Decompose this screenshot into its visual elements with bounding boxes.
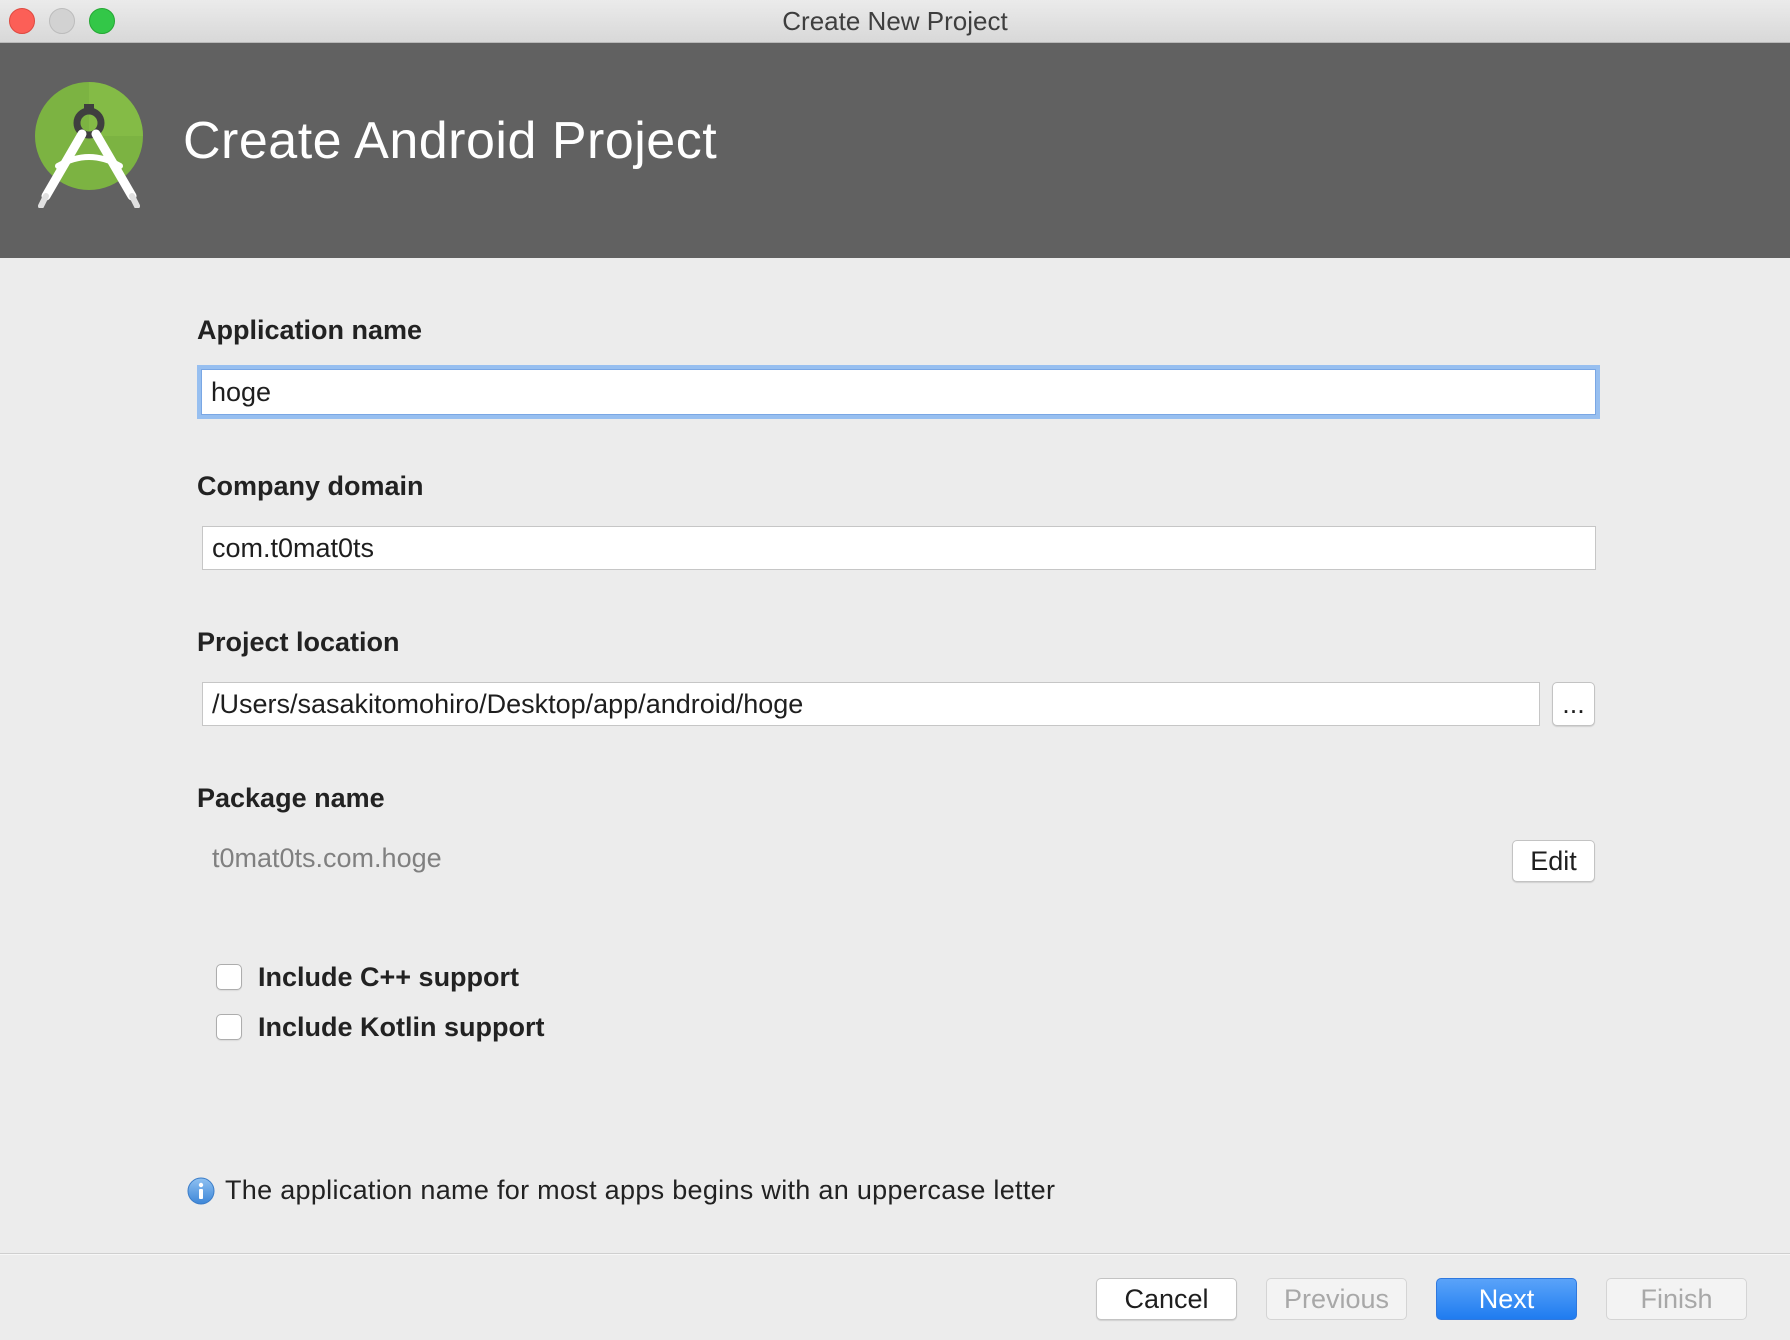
info-icon	[187, 1177, 215, 1204]
application-name-label: Application name	[197, 315, 423, 345]
project-location-label: Project location	[197, 627, 400, 657]
package-name-label: Package name	[197, 783, 385, 813]
cpp-support-option[interactable]: Include C++ support	[216, 962, 519, 992]
cpp-support-checkbox[interactable]	[216, 964, 242, 990]
package-name-value: t0mat0ts.com.hoge	[212, 843, 442, 873]
edit-package-button[interactable]: Edit	[1512, 840, 1595, 882]
project-location-input[interactable]	[202, 682, 1540, 726]
info-message: The application name for most apps begin…	[187, 1175, 1055, 1206]
title-bar[interactable]: Create New Project	[0, 0, 1790, 43]
header-banner: Create Android Project	[0, 43, 1790, 258]
create-new-project-window: Create New Project Create Android Projec…	[0, 0, 1790, 1340]
android-studio-logo-icon	[35, 82, 143, 208]
application-name-input[interactable]	[197, 365, 1600, 419]
kotlin-support-checkbox[interactable]	[216, 1014, 242, 1040]
kotlin-support-label[interactable]: Include Kotlin support	[258, 1012, 544, 1043]
browse-location-button[interactable]: ...	[1552, 682, 1595, 726]
footer-divider	[0, 1253, 1790, 1255]
page-title: Create Android Project	[183, 112, 718, 170]
info-text: The application name for most apps begin…	[225, 1175, 1056, 1205]
cpp-support-label[interactable]: Include C++ support	[258, 962, 519, 993]
company-domain-input[interactable]	[202, 526, 1596, 570]
kotlin-support-option[interactable]: Include Kotlin support	[216, 1012, 544, 1042]
cancel-button[interactable]: Cancel	[1096, 1278, 1237, 1320]
previous-button[interactable]: Previous	[1266, 1278, 1407, 1320]
company-domain-label: Company domain	[197, 471, 424, 501]
window-title: Create New Project	[782, 6, 1008, 36]
finish-button[interactable]: Finish	[1606, 1278, 1747, 1320]
next-button[interactable]: Next	[1436, 1278, 1577, 1320]
